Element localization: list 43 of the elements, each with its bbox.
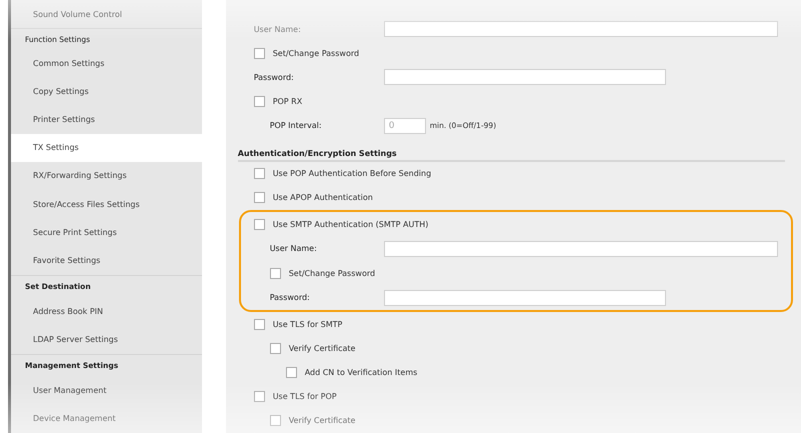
checkbox-label: POP RX (272, 97, 302, 106)
checkbox[interactable] (270, 415, 281, 426)
checkbox[interactable] (254, 168, 265, 180)
sidebar-item[interactable]: LDAP Server Settings (11, 326, 202, 354)
checkbox[interactable] (254, 391, 265, 402)
checkbox[interactable] (254, 192, 265, 204)
field-label: User Name: (254, 24, 302, 34)
user-name-field[interactable] (384, 240, 778, 257)
checkbox-label: Add CN to Verification Items (304, 368, 418, 378)
field-label: User Name: (270, 244, 318, 254)
checkbox[interactable] (270, 268, 281, 279)
sidebar-item[interactable]: Address Book PIN (11, 297, 202, 326)
section-heading: Authentication/Encryption Settings (238, 138, 785, 162)
checkbox-label: Use TLS for SMTP (272, 320, 342, 329)
sidebar-item[interactable]: Copy Settings (11, 77, 202, 106)
sidebar-item[interactable]: Printer Settings (11, 105, 202, 134)
checkbox[interactable] (254, 318, 265, 330)
checkbox-label: Use TLS for POP (272, 392, 337, 402)
sidebar-item[interactable]: Sound Volume Control (11, 0, 202, 28)
checkbox[interactable] (254, 96, 265, 108)
field-label: Password: (254, 72, 295, 82)
checkbox-label: Use APOP Authentication (272, 193, 373, 202)
checkbox[interactable] (254, 218, 265, 230)
checkbox-label: Set/Change Password (288, 268, 376, 278)
checkbox-label: Set/Change Password (272, 48, 360, 58)
sidebar-item[interactable]: Favorite Settings (11, 246, 202, 275)
password-field[interactable] (384, 290, 666, 306)
checkbox[interactable] (270, 342, 281, 354)
sidebar-item[interactable]: Store/Access Files Settings (11, 190, 202, 218)
sidebar-item[interactable]: Secure Print Settings (11, 218, 202, 246)
checkbox[interactable] (286, 367, 297, 378)
checkbox-label: Use POP Authentication Before Sending (272, 169, 432, 178)
field-label: Password: (270, 293, 311, 302)
sidebar-item[interactable]: User Management (11, 376, 202, 405)
sidebar-item[interactable]: RX/Forwarding Settings (11, 162, 202, 190)
checkbox[interactable] (254, 48, 265, 59)
checkbox-label: Verify Certificate (288, 344, 356, 353)
checkbox-label: Verify Certificate (288, 416, 356, 426)
sidebar-item[interactable]: Common Settings (11, 48, 202, 78)
checkbox-label: Use SMTP Authentication (SMTP AUTH) (272, 220, 428, 229)
sidebar-item[interactable]: TX Settings (11, 134, 202, 162)
field-label: POP Interval: (270, 121, 323, 130)
password-field[interactable] (384, 69, 666, 86)
